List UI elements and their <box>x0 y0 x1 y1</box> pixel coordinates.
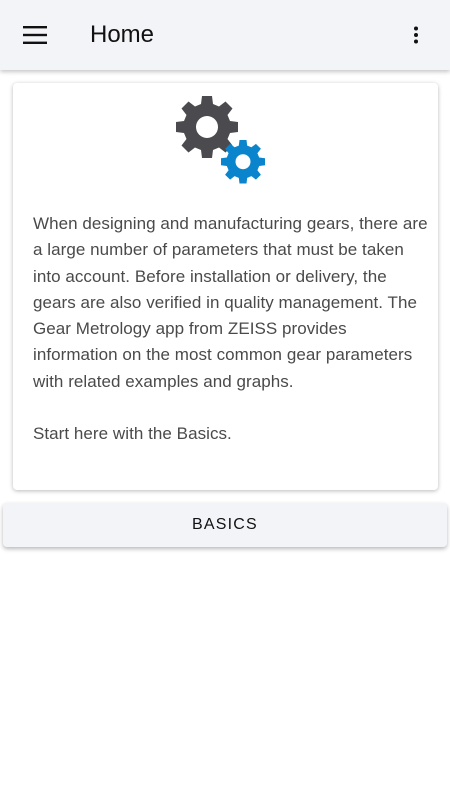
app-bar: Home <box>0 0 450 70</box>
menu-button[interactable] <box>14 15 56 55</box>
hamburger-menu-icon <box>23 26 47 44</box>
intro-card: When designing and manufacturing gears, … <box>13 83 438 490</box>
page-title: Home <box>90 21 155 48</box>
more-vert-icon <box>414 26 418 44</box>
intro-text: When designing and manufacturing gears, … <box>33 211 428 447</box>
basics-button[interactable]: BASICS <box>3 503 447 547</box>
intro-cta-text: Start here with the Basics. <box>33 424 232 444</box>
overflow-menu-button[interactable] <box>396 15 436 55</box>
gears-icon <box>176 96 265 184</box>
intro-paragraph: When designing and manufacturing gears, … <box>33 214 428 391</box>
